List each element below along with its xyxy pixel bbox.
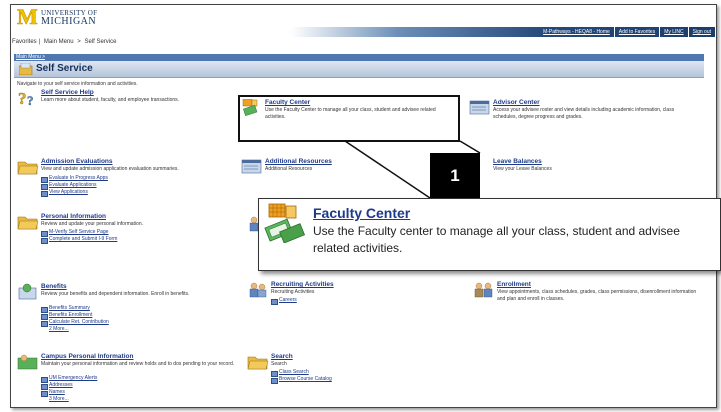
callout-faculty-center-desc: Use the Faculty center to manage all you… <box>313 224 680 255</box>
faculty-center-icon <box>263 203 309 243</box>
faculty-center-callout: Faculty Center Use the Faculty center to… <box>258 198 721 271</box>
callout-faculty-center-link[interactable]: Faculty Center <box>313 205 410 221</box>
step-number-badge: 1 <box>430 153 480 198</box>
